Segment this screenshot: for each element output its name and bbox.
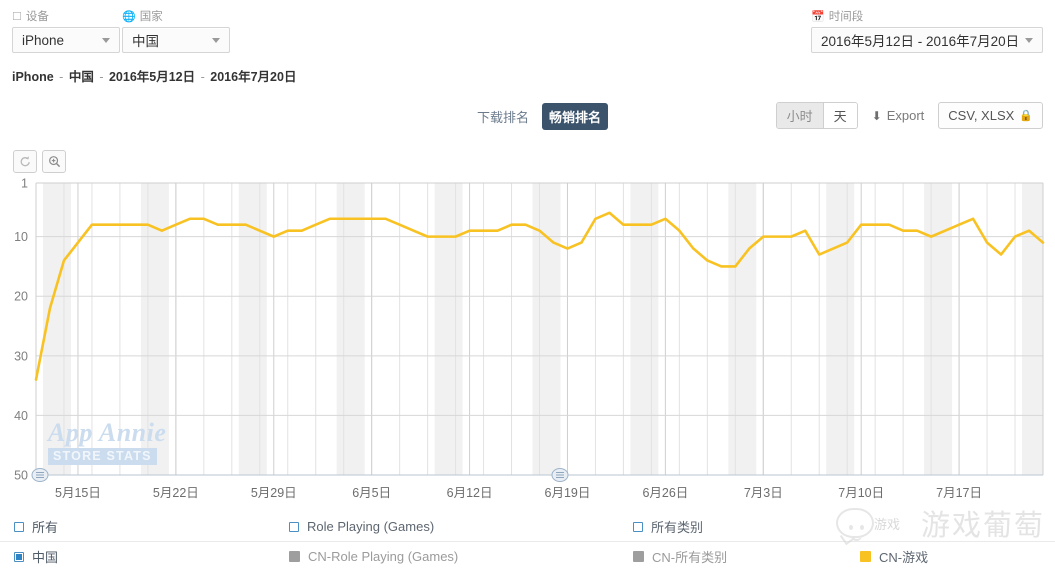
export-label: Export: [886, 108, 925, 123]
date-range-value: 2016年5月12日 - 2016年7月20日: [821, 34, 1019, 49]
chevron-down-icon: [1025, 37, 1033, 43]
granularity-toggle: 小时 天: [775, 102, 858, 129]
legend-all-categories-label: 所有类别: [651, 520, 704, 535]
svg-text:10: 10: [14, 230, 28, 244]
country-label-text: 国家: [139, 11, 163, 23]
checkbox-icon[interactable]: [289, 521, 299, 532]
country-select[interactable]: 中国: [122, 27, 230, 53]
granularity-day[interactable]: 天: [822, 103, 857, 128]
svg-text:50: 50: [14, 469, 28, 483]
export-button[interactable]: ⬇ Export: [872, 108, 925, 123]
period-filter-label: 📅 时间段: [811, 10, 1043, 24]
rank-type-tabs: 下载排名 畅销排名: [470, 103, 609, 130]
tab-grossing-rank[interactable]: 畅销排名: [542, 103, 609, 130]
legend-all[interactable]: 所有: [14, 517, 58, 536]
series-color-swatch: [860, 551, 871, 562]
checkbox-checked-icon[interactable]: [14, 551, 24, 562]
svg-text:6月12日: 6月12日: [447, 486, 493, 500]
legend-row-2: 中国 CN-Role Playing (Games) CN-所有类别 CN-游戏: [0, 542, 1055, 571]
legend-all-categories[interactable]: 所有类别: [633, 517, 703, 536]
device-filter-label: ☐ 设备: [12, 10, 120, 24]
period-label-text: 时间段: [828, 11, 864, 23]
date-range-select[interactable]: 2016年5月12日 - 2016年7月20日: [811, 27, 1043, 53]
country-filter-label: 🌐 国家: [122, 10, 230, 24]
zoom-button[interactable]: [42, 150, 66, 173]
device-select-value: iPhone: [22, 32, 65, 48]
legend-cn-games[interactable]: CN-游戏: [860, 547, 928, 566]
device-label-text: 设备: [25, 11, 49, 23]
svg-text:5月29日: 5月29日: [251, 486, 297, 500]
chart-legend: 所有 Role Playing (Games) 所有类别 中国 CN-Role …: [0, 512, 1055, 571]
svg-text:30: 30: [14, 349, 28, 363]
chart-zoom-controls: [13, 150, 66, 173]
chart-toolbar: 下载排名 畅销排名 小时 天 ⬇ Export CSV, XLSX 🔒: [0, 100, 1055, 138]
legend-china-label: 中国: [32, 550, 59, 565]
download-icon: ⬇: [871, 108, 882, 123]
breadcrumb-sep-1: -: [59, 70, 64, 84]
reset-zoom-button[interactable]: [13, 150, 37, 173]
magnifier-plus-icon: [48, 156, 60, 168]
country-filter: 🌐 国家 中国: [122, 10, 230, 53]
svg-text:7月17日: 7月17日: [936, 486, 982, 500]
export-format-button[interactable]: CSV, XLSX 🔒: [938, 102, 1043, 129]
globe-icon: 🌐: [122, 10, 136, 23]
checkbox-icon[interactable]: [633, 521, 643, 532]
chevron-down-icon: [102, 37, 110, 43]
breadcrumb-country: 中国: [68, 70, 94, 84]
legend-role-playing-label: Role Playing (Games): [307, 519, 435, 534]
svg-text:7月3日: 7月3日: [744, 486, 783, 500]
legend-cn-role-playing-games[interactable]: CN-Role Playing (Games): [289, 549, 458, 564]
svg-text:5月22日: 5月22日: [153, 486, 199, 500]
chevron-down-icon: [212, 37, 220, 43]
svg-text:5月15日: 5月15日: [55, 486, 101, 500]
breadcrumb-date-end: 2016年7月20日: [210, 70, 297, 84]
app-annie-rank-chart-page: ☐ 设备 iPhone 🌐 国家 中国 📅 时间段 2016年5月12日 - 2…: [0, 0, 1055, 571]
breadcrumb-sep-2: -: [99, 70, 104, 84]
breadcrumb-date-start: 2016年5月12日: [108, 70, 196, 84]
svg-text:6月5日: 6月5日: [352, 486, 391, 500]
checkbox-icon[interactable]: [14, 521, 24, 532]
svg-text:40: 40: [14, 409, 28, 423]
svg-text:1: 1: [21, 177, 28, 191]
device-filter: ☐ 设备 iPhone: [12, 10, 120, 53]
svg-text:7月10日: 7月10日: [838, 486, 884, 500]
legend-cn-all-categories[interactable]: CN-所有类别: [633, 547, 727, 566]
rank-chart-svg: 1 10 20 30 40 50 5月15日 5月22日 5月29日 6月5日 6月12日 6月19日…: [14, 177, 1045, 500]
granularity-hour[interactable]: 小时: [776, 103, 823, 128]
legend-all-label: 所有: [32, 520, 59, 535]
undo-icon: [20, 156, 30, 167]
svg-text:20: 20: [14, 290, 28, 304]
breadcrumb: iPhone - 中国 - 2016年5月12日 - 2016年7月20日: [12, 66, 296, 85]
legend-role-playing-games[interactable]: Role Playing (Games): [289, 519, 434, 534]
rank-chart[interactable]: 1 10 20 30 40 50 5月15日 5月22日 5月29日 6月5日 6月12日 6月19日…: [0, 175, 1055, 505]
legend-cn-games-label: CN-游戏: [879, 550, 929, 565]
series-color-swatch: [289, 551, 300, 562]
calendar-icon: 📅: [811, 10, 825, 23]
export-format-label: CSV, XLSX: [948, 108, 1015, 123]
series-color-swatch: [633, 551, 644, 562]
filter-bar: ☐ 设备 iPhone 🌐 国家 中国 📅 时间段 2016年5月12日 - 2…: [0, 0, 1055, 60]
legend-china[interactable]: 中国: [14, 547, 58, 566]
svg-text:6月26日: 6月26日: [642, 486, 688, 500]
legend-row-1: 所有 Role Playing (Games) 所有类别: [0, 512, 1055, 542]
breadcrumb-sep-3: -: [200, 70, 205, 84]
device-icon: ☐: [12, 10, 22, 23]
toolbar-right: 小时 天 ⬇ Export CSV, XLSX 🔒: [775, 102, 1043, 129]
country-select-value: 中国: [132, 34, 159, 49]
breadcrumb-device: iPhone: [12, 70, 54, 84]
lock-icon: 🔒: [1019, 110, 1033, 122]
legend-cn-role-playing-label: CN-Role Playing (Games): [308, 549, 459, 564]
period-filter: 📅 时间段 2016年5月12日 - 2016年7月20日: [811, 10, 1043, 53]
legend-cn-all-categories-label: CN-所有类别: [652, 550, 728, 565]
device-select[interactable]: iPhone: [12, 27, 120, 53]
tab-download-rank[interactable]: 下载排名: [470, 103, 536, 130]
svg-text:6月19日: 6月19日: [545, 486, 591, 500]
